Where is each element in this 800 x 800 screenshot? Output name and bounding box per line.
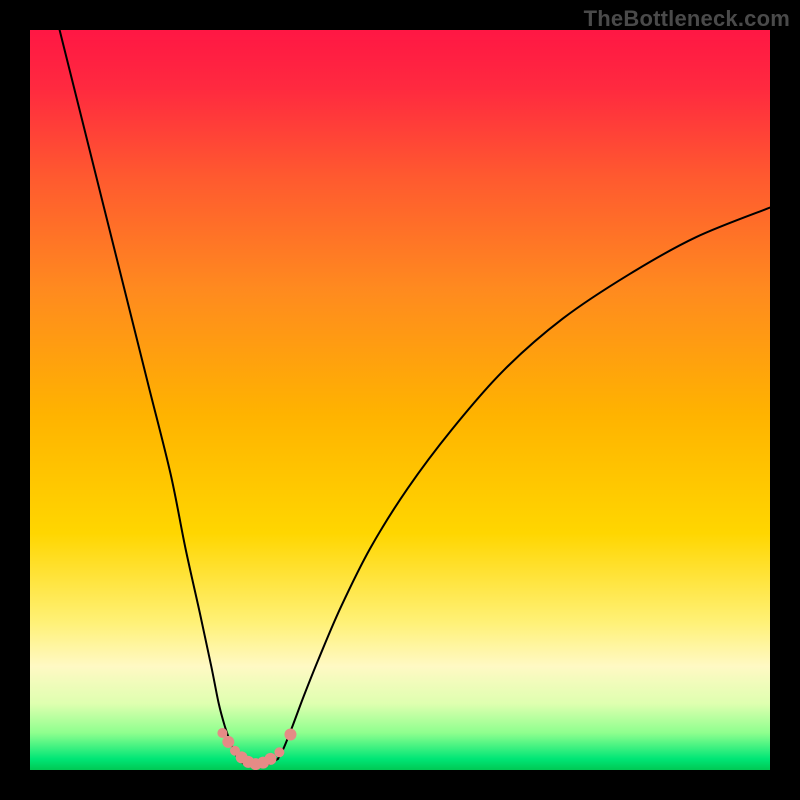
valley-dot <box>265 753 277 765</box>
bottleneck-chart <box>30 30 770 770</box>
valley-dot <box>284 728 296 740</box>
valley-dot <box>222 736 234 748</box>
watermark-text: TheBottleneck.com <box>584 6 790 32</box>
gradient-background <box>30 30 770 770</box>
valley-dot <box>274 747 284 757</box>
chart-frame <box>30 30 770 770</box>
